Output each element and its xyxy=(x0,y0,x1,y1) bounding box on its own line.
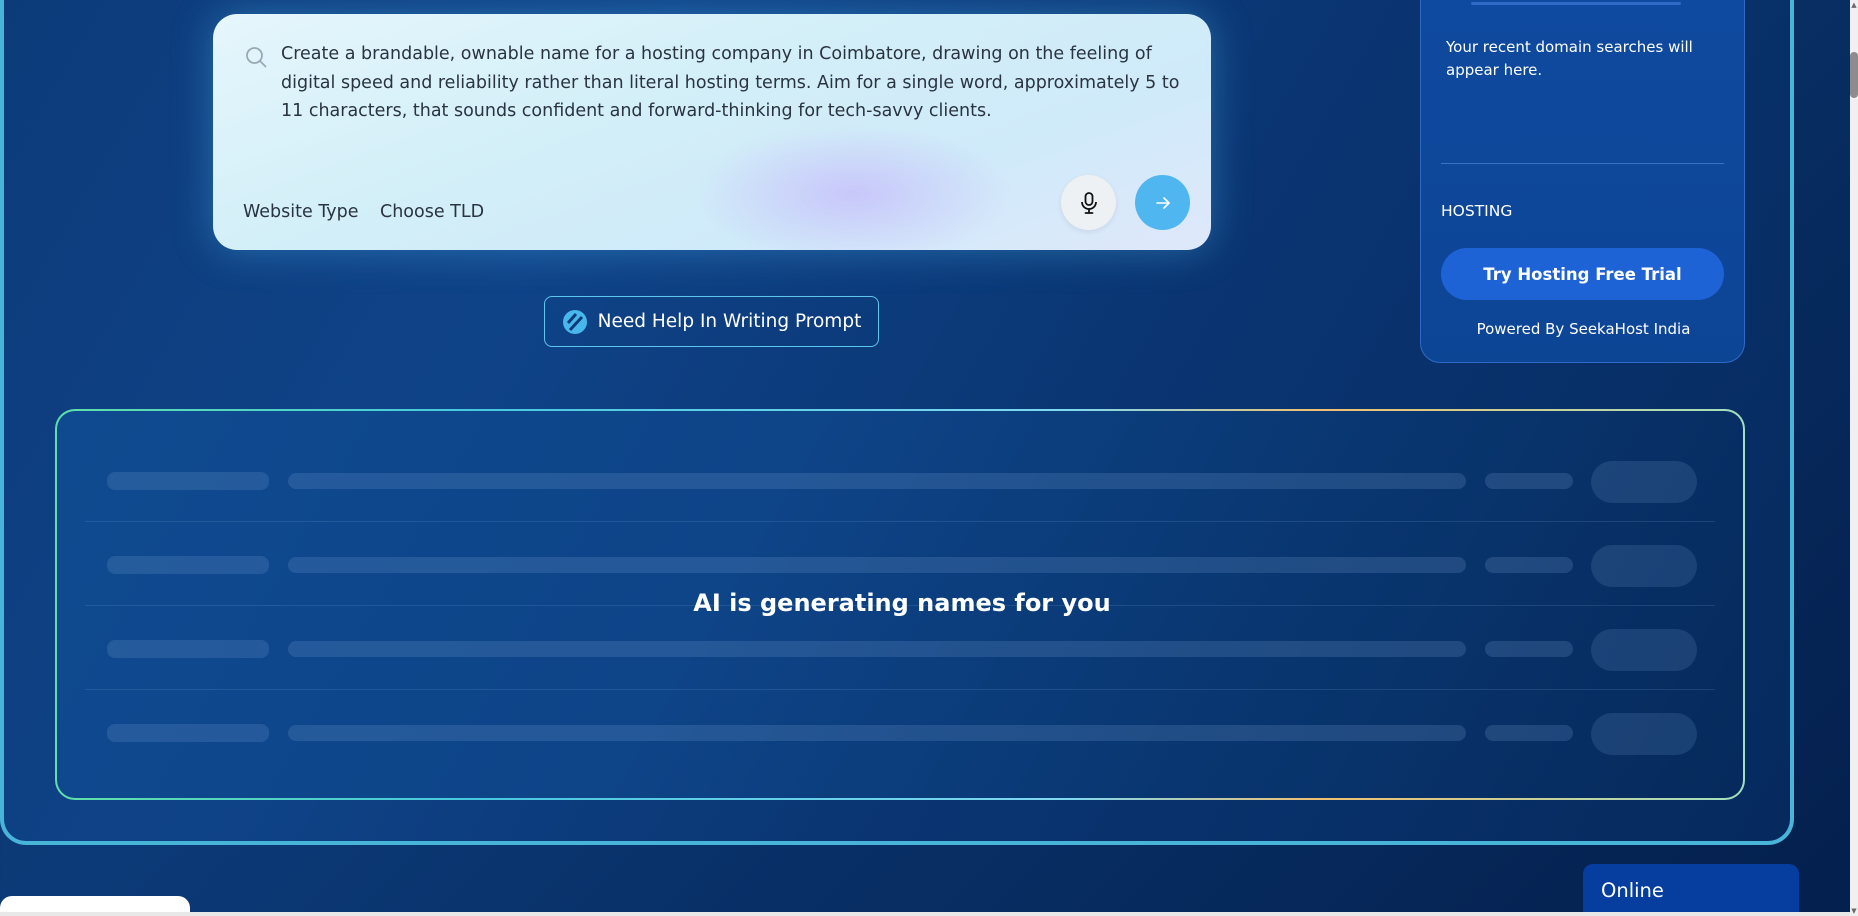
skeleton-row xyxy=(85,605,1715,689)
page-scrollbar[interactable]: ▲ ▼ xyxy=(1850,0,1858,916)
panel-top-divider xyxy=(1471,2,1681,5)
generating-status: AI is generating names for you xyxy=(693,589,1111,617)
online-chat-widget[interactable]: Online xyxy=(1583,864,1799,916)
scroll-thumb[interactable] xyxy=(1850,52,1858,98)
hosting-heading: HOSTING xyxy=(1441,202,1513,220)
window-bottom-edge xyxy=(0,912,1850,916)
sidebar-panel: Your recent domain searches will appear … xyxy=(1420,0,1745,363)
skeleton-row xyxy=(85,689,1715,773)
scroll-down-icon[interactable]: ▼ xyxy=(1850,906,1858,916)
try-hosting-free-trial-button[interactable]: Try Hosting Free Trial xyxy=(1441,248,1724,300)
results-panel: AI is generating names for you xyxy=(55,409,1745,800)
website-type-dropdown[interactable]: Website Type xyxy=(243,202,359,222)
powered-by-text: Powered By SeekaHost India xyxy=(1476,320,1691,338)
prompt-search-card: Create a brandable, ownable name for a h… xyxy=(213,14,1211,250)
skeleton-row xyxy=(85,437,1715,521)
magic-wand-icon xyxy=(562,309,587,334)
help-writing-prompt-button[interactable]: Need Help In Writing Prompt xyxy=(544,296,879,347)
submit-search-button[interactable] xyxy=(1135,175,1190,230)
prompt-input[interactable]: Create a brandable, ownable name for a h… xyxy=(281,40,1181,126)
search-icon xyxy=(246,47,267,68)
arrow-right-icon xyxy=(1155,196,1170,209)
card-glow xyxy=(693,124,1013,250)
choose-tld-dropdown[interactable]: Choose TLD xyxy=(380,202,484,222)
sidebar-divider xyxy=(1441,163,1724,164)
recent-searches-text: Your recent domain searches will appear … xyxy=(1446,38,1693,79)
voice-input-button[interactable] xyxy=(1061,175,1116,230)
help-button-label: Need Help In Writing Prompt xyxy=(597,311,862,332)
scroll-up-icon[interactable]: ▲ xyxy=(1850,0,1858,10)
microphone-icon xyxy=(1080,191,1097,214)
